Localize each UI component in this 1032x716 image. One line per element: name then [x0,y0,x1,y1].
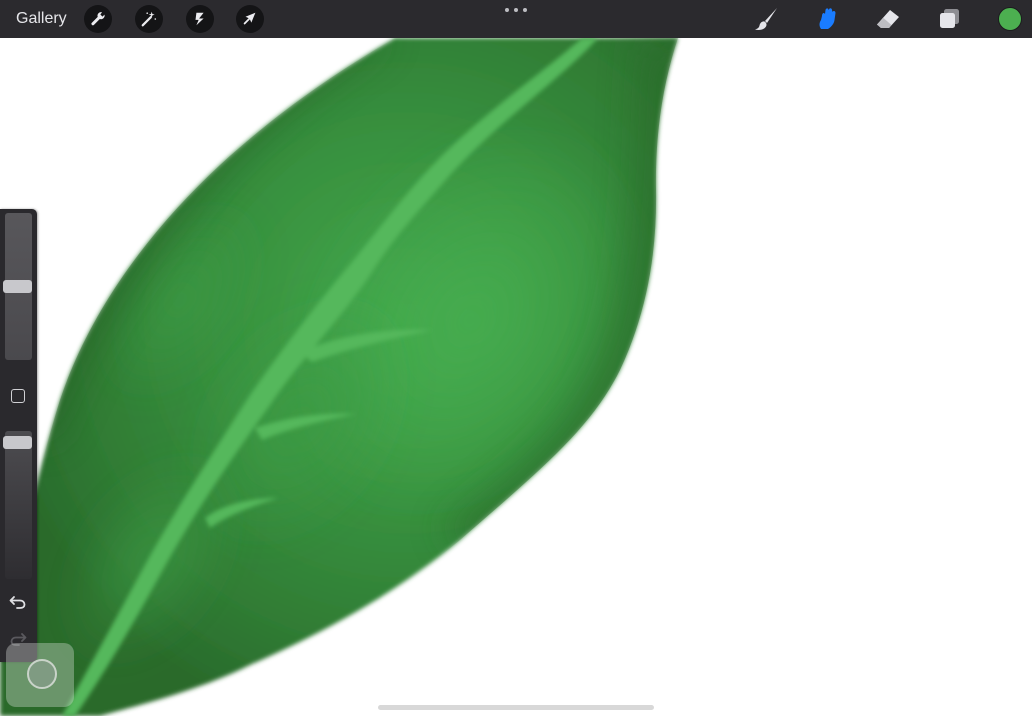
brush-tool-button[interactable] [751,5,781,33]
color-picker-swatch[interactable] [998,7,1022,31]
undo-icon [9,596,26,609]
left-sidebar [0,209,37,662]
transform-button[interactable] [236,5,264,33]
brush-opacity-thumb[interactable] [3,436,32,450]
selection-button[interactable] [186,5,214,33]
eraser-icon [877,10,899,28]
layers-button[interactable] [934,5,964,33]
leaf-artwork [0,38,678,716]
undo-button[interactable] [8,593,28,611]
eyedropper-button[interactable] [27,659,57,689]
transform-arrow-icon [243,12,256,25]
smudge-tool-button[interactable] [812,5,842,33]
procreate-app: Gallery [0,0,1032,716]
brush-opacity-slider[interactable] [5,431,32,579]
smudge-icon [819,8,836,29]
modify-button[interactable] [11,389,25,403]
magic-wand-icon [141,11,157,27]
more-options-icon[interactable] [505,2,527,18]
quick-button-container [6,643,74,707]
eraser-tool-button[interactable] [873,5,903,33]
actions-button[interactable] [84,5,112,33]
gallery-button[interactable]: Gallery [16,9,67,29]
drawing-canvas[interactable] [0,38,1032,716]
leaf-body [0,38,678,716]
top-toolbar: Gallery [0,0,1032,38]
brush-icon [755,8,777,30]
home-indicator[interactable] [378,705,654,710]
adjustments-button[interactable] [135,5,163,33]
layers-icon [940,9,959,28]
wrench-icon [91,12,105,26]
selection-icon [195,12,204,26]
brush-size-thumb[interactable] [3,280,32,293]
